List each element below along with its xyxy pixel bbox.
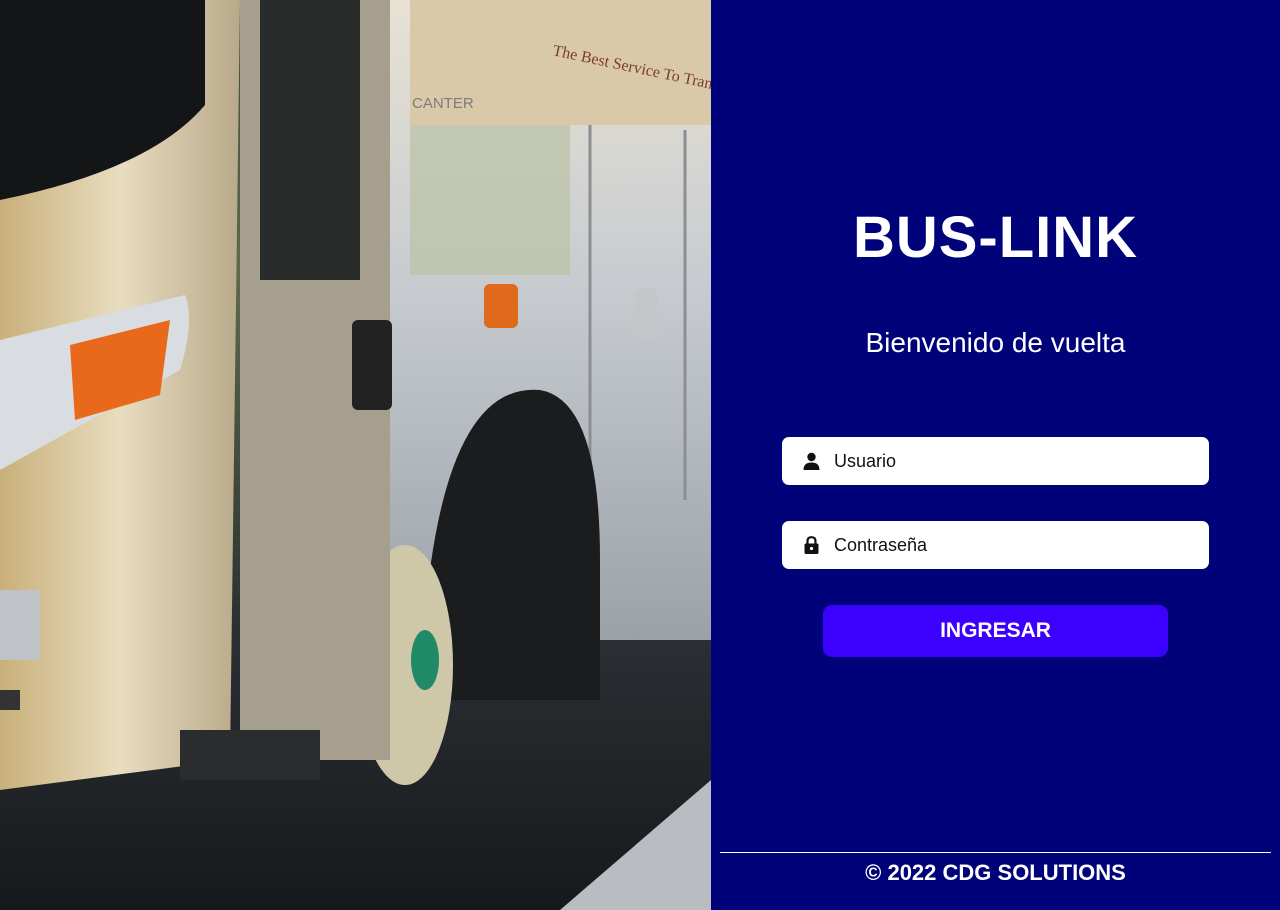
app-title: BUS-LINK xyxy=(852,205,1139,270)
lock-icon xyxy=(802,536,820,554)
username-field[interactable] xyxy=(782,437,1209,485)
bus-illustration: The Best Service To Transport CANTER xyxy=(0,0,711,910)
username-input[interactable] xyxy=(834,450,1194,472)
login-page: The Best Service To Transport CANTER BUS… xyxy=(0,0,1280,910)
password-input[interactable] xyxy=(834,534,1194,556)
login-panel: BUS-LINK Bienvenido de vuelta INGRES xyxy=(711,0,1280,910)
bus-model-label: CANTER xyxy=(412,95,474,112)
login-button[interactable]: INGRESAR xyxy=(823,605,1168,657)
user-icon xyxy=(802,452,820,470)
footer-divider xyxy=(720,852,1271,853)
copyright-footer: © 2022 CDG SOLUTIONS xyxy=(865,860,1126,885)
welcome-message: Bienvenido de vuelta xyxy=(865,327,1126,358)
password-field[interactable] xyxy=(782,521,1209,569)
hero-bus-image: The Best Service To Transport CANTER xyxy=(0,0,711,910)
